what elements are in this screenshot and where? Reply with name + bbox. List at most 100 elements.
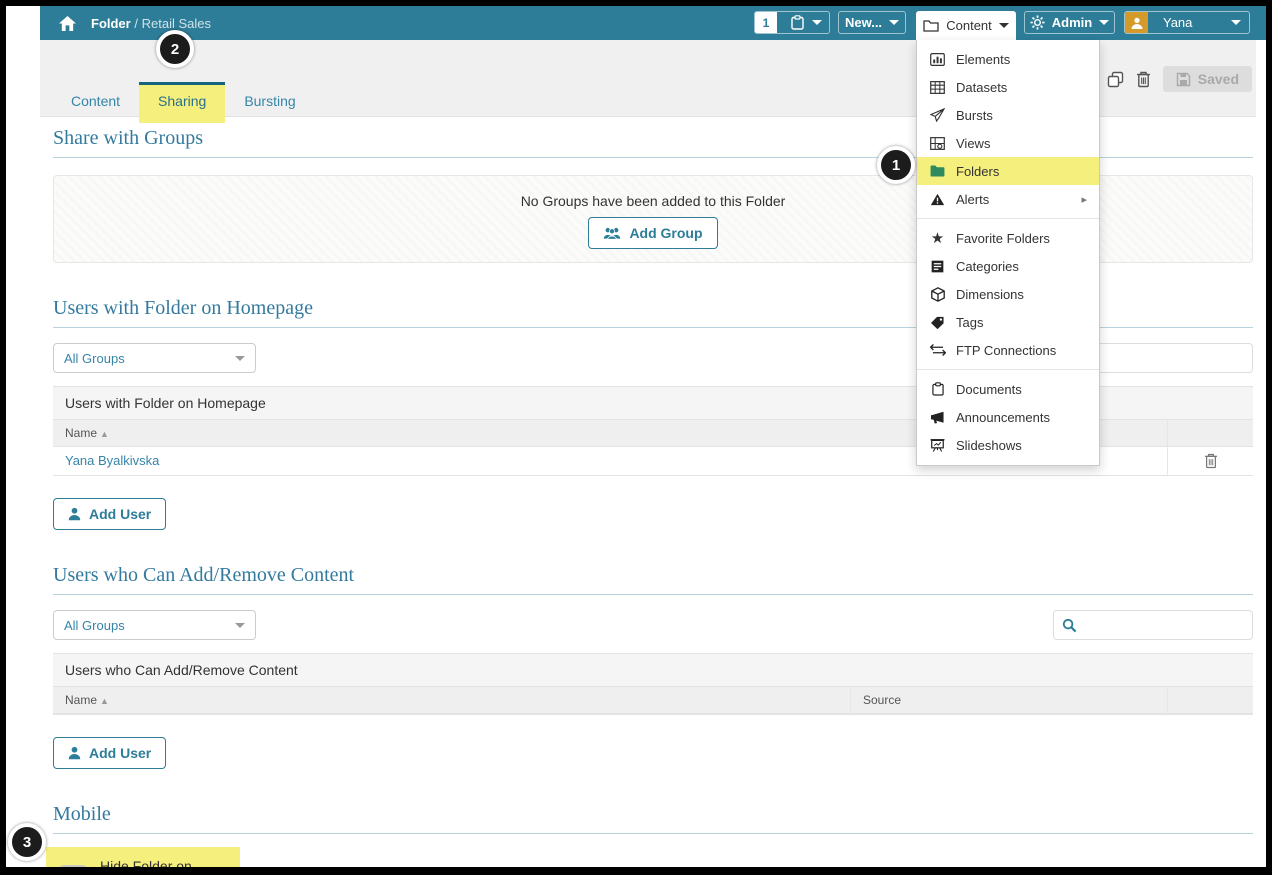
saved-button[interactable]: Saved <box>1162 66 1252 92</box>
delete-icon[interactable] <box>1136 71 1151 88</box>
caret-down-icon <box>235 355 245 361</box>
menu-item-label: Announcements <box>956 409 1050 425</box>
mobile-title: Mobile <box>53 803 1253 834</box>
admin-menu-button[interactable]: Admin <box>1024 11 1115 34</box>
menu-item-dimensions[interactable]: Dimensions <box>917 280 1099 308</box>
admin-button-label: Admin <box>1051 15 1093 30</box>
group-filter-value: All Groups <box>64 617 125 633</box>
menu-item-label: Alerts <box>956 191 990 207</box>
callout-badge-1: 1 <box>877 146 915 184</box>
cube-icon <box>929 286 946 302</box>
menu-item-tags[interactable]: Tags <box>917 308 1099 336</box>
tag-icon <box>929 316 946 329</box>
column-header-actions <box>1167 687 1253 713</box>
user-name-label: Yana <box>1163 15 1193 30</box>
menu-item-label: Dimensions <box>956 286 1024 302</box>
add-user-label: Add User <box>89 506 152 522</box>
caret-down-icon <box>1099 20 1110 25</box>
home-icon[interactable] <box>58 15 77 32</box>
new-button-label: New... <box>844 15 883 30</box>
menu-item-categories[interactable]: Categories <box>917 252 1099 280</box>
list-icon <box>929 260 946 273</box>
search-input[interactable] <box>1083 350 1244 366</box>
group-filter-value: All Groups <box>64 350 125 366</box>
add-user-label: Add User <box>89 745 152 761</box>
folder-outline-icon <box>923 19 939 32</box>
menu-item-datasets[interactable]: Datasets <box>917 73 1099 101</box>
search-input[interactable] <box>1083 617 1244 633</box>
add-group-button[interactable]: Add Group <box>588 217 718 249</box>
tab-bursting[interactable]: Bursting <box>225 82 314 123</box>
column-label: Name <box>65 426 98 440</box>
hide-folder-toggle-label: Hide Folder on Mobile <box>100 858 192 867</box>
tab-sharing[interactable]: Sharing <box>139 82 226 123</box>
content-dropdown-menu: Elements Datasets Bursts Views Folders A… <box>916 40 1100 466</box>
menu-item-slideshows[interactable]: Slideshows <box>917 431 1099 459</box>
callout-badge-3: 3 <box>8 823 46 861</box>
gear-icon <box>1030 15 1045 30</box>
editors-table: Users who Can Add/Remove Content Name ▲ S… <box>53 653 1253 715</box>
menu-item-announcements[interactable]: Announcements <box>917 403 1099 431</box>
menu-divider <box>917 218 1099 219</box>
caret-down-icon <box>998 23 1009 28</box>
column-label: Name <box>65 693 98 707</box>
person-icon <box>68 746 81 760</box>
star-icon: ★ <box>930 229 945 247</box>
breadcrumb-separator: / <box>134 15 138 31</box>
menu-item-label: Categories <box>956 258 1019 274</box>
column-header-name[interactable]: Name ▲ <box>53 687 850 713</box>
screenshot-frame: Folder / Retail Sales 1 New... Content A… <box>0 0 1272 875</box>
editors-search[interactable] <box>1053 610 1253 640</box>
menu-item-documents[interactable]: Documents <box>917 375 1099 403</box>
tab-content[interactable]: Content <box>52 82 139 123</box>
menu-item-elements[interactable]: Elements <box>917 45 1099 73</box>
views-grid-icon <box>929 136 946 150</box>
editors-group-filter[interactable]: All Groups <box>53 610 256 640</box>
table-column-headers: Name ▲ Source <box>53 687 1253 714</box>
menu-item-label: Favorite Folders <box>956 230 1050 246</box>
add-user-button[interactable]: Add User <box>53 498 167 530</box>
new-button[interactable]: New... <box>838 11 906 34</box>
menu-item-folders[interactable]: Folders <box>917 157 1099 185</box>
menu-item-label: FTP Connections <box>956 342 1057 358</box>
menu-item-views[interactable]: Views <box>917 129 1099 157</box>
remove-user-icon[interactable] <box>1204 453 1218 469</box>
editors-title: Users who Can Add/Remove Content <box>53 564 1253 595</box>
table-title: Users who Can Add/Remove Content <box>53 654 1253 687</box>
menu-item-bursts[interactable]: Bursts <box>917 101 1099 129</box>
clipboard-icon <box>791 15 804 30</box>
megaphone-icon <box>929 411 946 424</box>
menu-divider <box>917 369 1099 370</box>
column-header-source[interactable]: Source <box>850 687 1167 713</box>
clipboard-icon <box>929 382 946 396</box>
menu-item-label: Elements <box>956 51 1011 67</box>
notifications-dropdown[interactable]: 1 <box>754 11 830 34</box>
folder-tabs: Content Sharing Bursting <box>52 82 315 123</box>
content-button-label: Content <box>946 18 992 33</box>
menu-item-label: Documents <box>956 381 1022 397</box>
top-navbar: Folder / Retail Sales 1 New... Content A… <box>40 6 1266 40</box>
user-link[interactable]: Yana Byalkivska <box>65 453 159 468</box>
person-icon <box>68 507 81 521</box>
folder-icon <box>929 165 946 177</box>
paper-plane-icon <box>929 108 946 122</box>
menu-item-label: Tags <box>956 314 984 330</box>
content-menu-button[interactable]: Content <box>916 11 1016 40</box>
hide-folder-toggle[interactable] <box>56 865 90 867</box>
duplicate-icon[interactable] <box>1107 71 1124 88</box>
menu-item-label: Views <box>956 135 991 151</box>
user-menu-button[interactable]: Yana <box>1124 11 1250 34</box>
add-user-button-2[interactable]: Add User <box>53 737 167 769</box>
breadcrumb-current: Retail Sales <box>141 15 211 31</box>
homepage-group-filter[interactable]: All Groups <box>53 343 256 373</box>
menu-item-ftp-connections[interactable]: FTP Connections <box>917 336 1099 364</box>
caret-down-icon <box>812 20 822 25</box>
warning-icon <box>929 193 946 206</box>
menu-item-alerts[interactable]: Alerts ▸ <box>917 185 1099 213</box>
sort-asc-icon: ▲ <box>100 429 109 439</box>
sort-asc-icon: ▲ <box>100 696 109 706</box>
group-icon <box>603 227 621 240</box>
callout-badge-2: 2 <box>156 30 194 68</box>
menu-item-label: Slideshows <box>956 437 1022 453</box>
menu-item-favorite-folders[interactable]: ★ Favorite Folders <box>917 224 1099 252</box>
